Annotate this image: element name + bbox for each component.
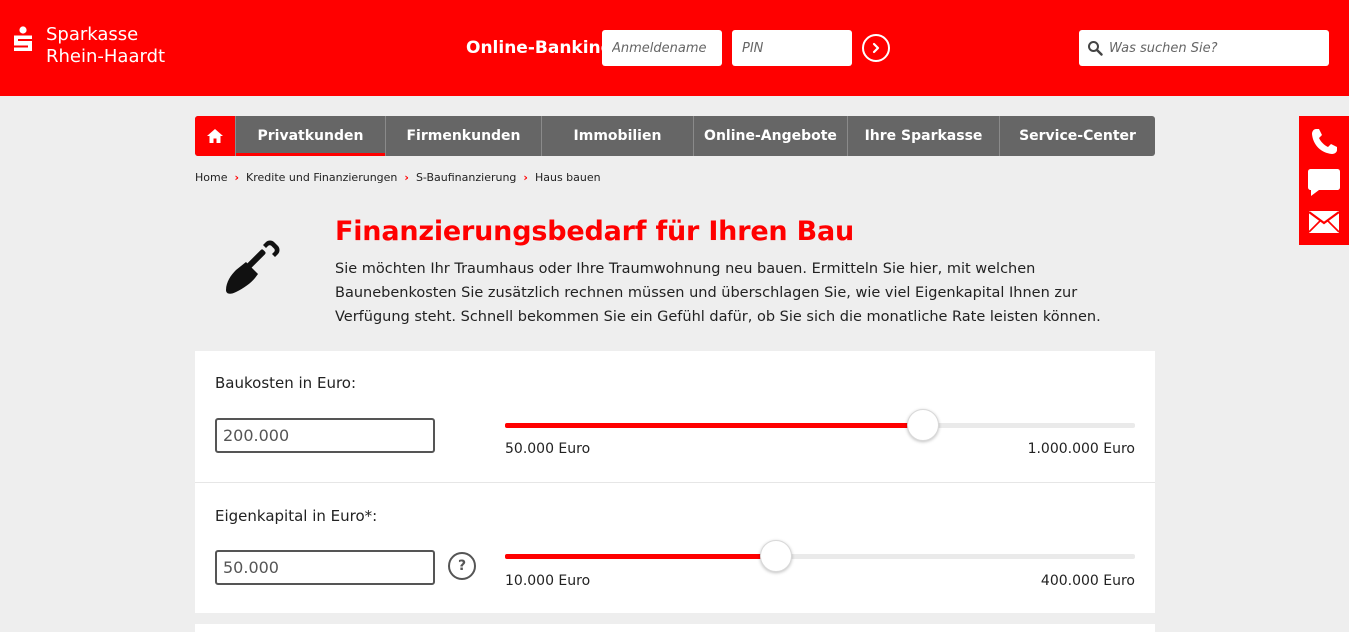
slider-fill [505,554,776,559]
nav-item-immobilien[interactable]: Immobilien [541,116,693,156]
breadcrumb-baufinanzierung[interactable]: S-Baufinanzierung [416,171,516,184]
sparkasse-logo[interactable]: Sparkasse Rhein-Haardt [12,24,165,68]
breadcrumb-kredite[interactable]: Kredite und Finanzierungen [246,171,397,184]
eigenkapital-label: Eigenkapital in Euro*: [215,507,378,525]
eigenkapital-input[interactable] [215,550,435,585]
chevron-right-icon [872,42,880,54]
nav-item-online-angebote[interactable]: Online-Angebote [693,116,847,156]
pin-input[interactable] [732,30,852,66]
home-icon [207,129,223,143]
mail-icon [1308,211,1340,233]
slider-thumb[interactable] [907,409,939,441]
phone-icon [1312,129,1337,154]
search-input[interactable] [1109,40,1319,56]
sparkasse-s-logo-icon [14,26,32,51]
chat-contact-button[interactable] [1299,162,1349,202]
baukosten-label: Baukosten in Euro: [215,374,357,392]
nav-item-ihre-sparkasse[interactable]: Ihre Sparkasse [847,116,999,156]
site-header: Sparkasse Rhein-Haardt Online-Banking [0,0,1349,96]
page-title: Finanzierungsbedarf für Ihren Bau [335,216,855,247]
side-contact-bar [1299,116,1349,245]
site-search[interactable] [1079,30,1329,66]
intro-description: Sie möchten Ihr Traumhaus oder Ihre Trau… [335,261,1101,325]
breadcrumb-home[interactable]: Home [195,171,227,184]
breadcrumb-separator-icon: › [404,171,409,184]
calculator-panel: Baukosten in Euro: 50.000 Euro 1.000.000… [195,351,1155,613]
search-icon [1088,41,1103,56]
online-banking-label: Online-Banking [466,38,613,58]
nav-item-privatkunden[interactable]: Privatkunden [235,116,385,156]
nav-item-service-center[interactable]: Service-Center [999,116,1155,156]
baukosten-slider[interactable] [505,409,1135,441]
breadcrumb-separator-icon: › [523,171,528,184]
slider-fill [505,423,923,428]
logo-line-2: Rhein-Haardt [46,46,166,67]
breadcrumb: Home › Kredite und Finanzierungen › S-Ba… [195,171,601,184]
nav-home-button[interactable] [195,116,235,156]
logo-line-1: Sparkasse [46,24,139,45]
eigenkapital-slider[interactable] [505,540,1135,572]
baukosten-input[interactable] [215,418,435,453]
baukosten-min-label: 50.000 Euro [505,441,591,457]
username-input[interactable] [602,30,722,66]
nav-item-firmenkunden[interactable]: Firmenkunden [385,116,541,156]
row-divider [195,482,1155,483]
shovel-icon [226,240,280,294]
login-submit-button[interactable] [862,34,890,62]
baukosten-max-label: 1.000.000 Euro [1027,441,1135,457]
breadcrumb-current: Haus bauen [534,171,601,184]
chat-icon [1308,169,1340,196]
mail-contact-button[interactable] [1299,202,1349,242]
eigenkapital-min-label: 10.000 Euro [505,573,591,589]
breadcrumb-separator-icon: › [234,171,240,184]
eigenkapital-max-label: 400.000 Euro [1040,573,1135,589]
phone-contact-button[interactable] [1299,122,1349,162]
main-navigation: Privatkunden Firmenkunden Immobilien Onl… [195,116,1155,156]
next-calculator-section [195,624,1155,632]
slider-thumb[interactable] [760,540,792,572]
help-icon[interactable]: ? [448,552,476,580]
